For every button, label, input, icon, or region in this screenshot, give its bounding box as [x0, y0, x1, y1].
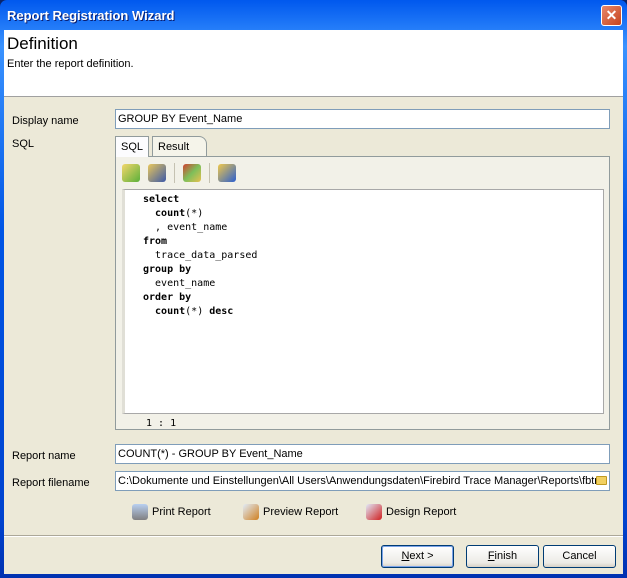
print-report-button[interactable]: Print Report	[132, 504, 211, 520]
query-builder-icon[interactable]	[183, 164, 201, 182]
sql-editor[interactable]: select count(*) , event_name from trace_d…	[122, 189, 604, 414]
report-name-label: Report name	[12, 450, 76, 462]
printer-icon	[132, 504, 148, 520]
code-line: count(*) desc	[143, 305, 257, 319]
dialog-body: Definition Enter the report definition. …	[4, 30, 623, 574]
code-line: select	[143, 193, 257, 207]
execute-icon[interactable]	[218, 164, 236, 182]
toolbar-separator	[174, 163, 175, 183]
browse-folder-icon[interactable]	[596, 476, 607, 485]
preview-report-label: Preview Report	[263, 506, 339, 518]
design-report-label: Design Report	[386, 506, 457, 518]
sql-text: (*)	[185, 306, 210, 317]
sql-keyword: count	[143, 208, 186, 219]
preview-report-button[interactable]: Preview Report	[243, 504, 338, 520]
report-filename-label: Report filename	[12, 477, 90, 489]
code-line: , event_name	[143, 221, 257, 235]
page-title: Definition	[7, 34, 78, 53]
dialog-window: Report Registration Wizard ✕ Definition …	[0, 0, 627, 578]
sql-keyword: select	[143, 194, 180, 205]
next-label: ext >	[409, 550, 434, 562]
code-line: order by	[143, 291, 257, 305]
sql-code: select count(*) , event_name from trace_d…	[143, 193, 257, 319]
print-report-label: Print Report	[152, 506, 211, 518]
code-line: trace_data_parsed	[143, 249, 257, 263]
sql-text: event_name	[143, 278, 216, 289]
sql-keyword: count	[143, 306, 186, 317]
next-button[interactable]: Next >	[381, 545, 454, 568]
finish-label: inish	[494, 550, 518, 562]
close-button[interactable]: ✕	[601, 5, 622, 26]
save-icon[interactable]	[148, 164, 166, 182]
display-name-label: Display name	[12, 115, 79, 127]
finish-button[interactable]: Finish	[466, 545, 539, 568]
sql-label: SQL	[12, 138, 35, 150]
wizard-header: Definition Enter the report definition.	[4, 30, 623, 97]
window-title: Report Registration Wizard	[7, 8, 175, 23]
sql-toolbar	[122, 161, 236, 185]
sql-text: trace_data_parsed	[143, 250, 258, 261]
footer-divider	[4, 535, 623, 537]
code-line: group by	[143, 263, 257, 277]
tab-sql[interactable]: SQL	[115, 136, 150, 157]
report-filename-value: C:\Dokumente und Einstellungen\All Users…	[118, 475, 598, 487]
report-filename-input[interactable]: C:\Dokumente und Einstellungen\All Users…	[115, 471, 610, 491]
page-subtitle: Enter the report definition.	[7, 58, 134, 70]
report-name-input[interactable]: COUNT(*) - GROUP BY Event_Name	[115, 444, 610, 464]
code-line: event_name	[143, 277, 257, 291]
display-name-input[interactable]: GROUP BY Event_Name	[115, 109, 610, 129]
code-line: count(*)	[143, 207, 257, 221]
finish-mnemonic: F	[487, 550, 495, 562]
cursor-position: 1 : 1	[146, 418, 177, 429]
open-icon[interactable]	[122, 164, 140, 182]
sql-keyword: group by	[143, 264, 192, 275]
cancel-button[interactable]: Cancel	[543, 545, 616, 568]
sql-text: (*)	[185, 208, 204, 219]
sql-keyword: desc	[209, 306, 234, 317]
code-line: from	[143, 235, 257, 249]
tab-result[interactable]: Result	[152, 136, 207, 156]
toolbar-separator	[209, 163, 210, 183]
sql-keyword: order by	[143, 292, 192, 303]
design-icon	[366, 504, 382, 520]
preview-icon	[243, 504, 259, 520]
sql-panel: select count(*) , event_name from trace_d…	[115, 156, 610, 430]
sql-keyword: from	[143, 236, 168, 247]
sql-text: , event_name	[143, 222, 228, 233]
design-report-button[interactable]: Design Report	[366, 504, 456, 520]
